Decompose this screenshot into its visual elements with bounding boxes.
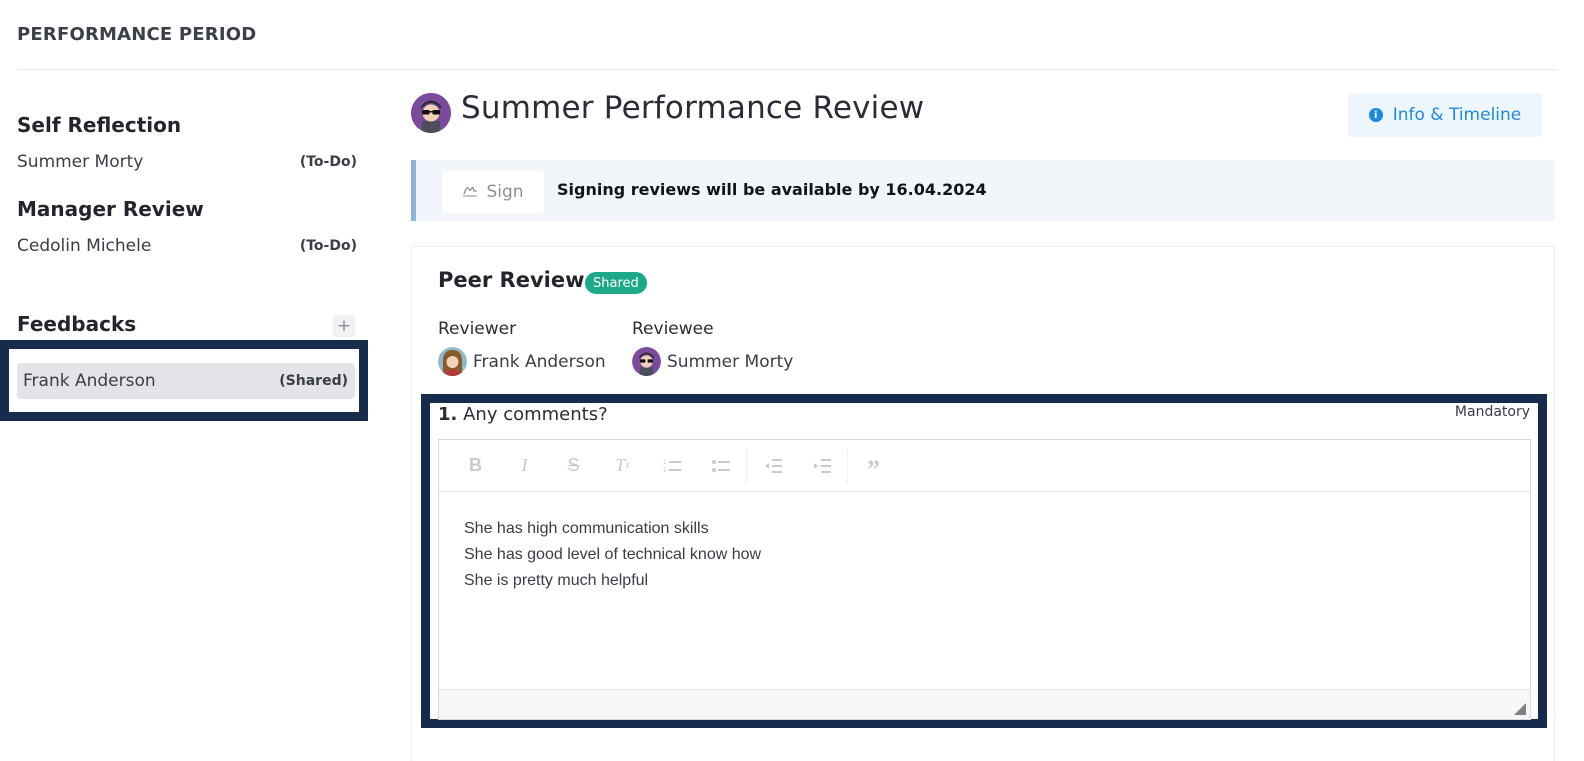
self-reflection-name: Summer Morty (17, 152, 144, 172)
question-label: 1. Any comments? (438, 404, 608, 425)
reviewer-label: Reviewer (438, 319, 517, 339)
sign-button[interactable]: Sign (442, 171, 544, 213)
signature-icon (462, 182, 478, 202)
blockquote-icon[interactable]: ” (849, 451, 898, 484)
numbered-list-icon[interactable]: 12 (647, 451, 696, 481)
feedback-item-name: Frank Anderson (23, 371, 156, 391)
reviewer-name: Frank Anderson (473, 351, 606, 372)
feedbacks-heading: Feedbacks (17, 312, 137, 336)
self-reflection-heading: Self Reflection (17, 113, 182, 137)
reviewee-small-avatar (632, 347, 661, 376)
editor-toolbar: B I S Tx 12 ” (439, 440, 1530, 492)
question-number: 1. (438, 404, 458, 425)
resize-handle-icon[interactable] (1514, 703, 1526, 715)
sign-notice-bar: Sign Signing reviews will be available b… (411, 160, 1555, 221)
editor-statusbar (439, 689, 1530, 719)
manager-review-item[interactable]: Cedolin Michele (To-Do) (17, 233, 357, 259)
info-icon: i (1368, 108, 1383, 122)
editor-content[interactable]: She has high communication skills She ha… (464, 516, 761, 594)
increase-indent-icon[interactable] (797, 451, 846, 481)
toolbar-separator (847, 448, 848, 483)
manager-review-status: (To-Do) (299, 238, 357, 254)
editor-line: She has good level of technical know how (464, 546, 762, 563)
italic-icon[interactable]: I (500, 451, 549, 481)
decrease-indent-icon[interactable] (748, 451, 797, 481)
reviewee-name: Summer Morty (667, 351, 794, 372)
reviewer: Frank Anderson (438, 347, 606, 376)
strikethrough-icon[interactable]: S (549, 451, 598, 481)
feedback-item-status: (Shared) (279, 373, 348, 389)
sign-availability-message: Signing reviews will be available by 16.… (557, 180, 987, 199)
toolbar-separator (746, 448, 747, 483)
add-feedback-button[interactable]: + (333, 315, 355, 337)
feedback-item-frank-anderson[interactable]: Frank Anderson (Shared) (17, 363, 355, 399)
sign-button-label: Sign (486, 182, 524, 202)
reviewee-label: Reviewee (632, 319, 714, 339)
reviewee-avatar (411, 93, 451, 133)
peer-review-title: Peer Review (438, 268, 585, 292)
header-divider (17, 69, 1557, 70)
editor-line: She is pretty much helpful (464, 572, 649, 589)
page-title: PERFORMANCE PERIOD (17, 24, 257, 45)
reviewer-avatar (438, 347, 467, 376)
bold-icon[interactable]: B (451, 451, 500, 481)
question-text: Any comments? (463, 404, 608, 425)
comment-editor[interactable]: B I S Tx 12 ” She has high communication… (438, 439, 1531, 720)
svg-text:1: 1 (663, 459, 667, 466)
info-timeline-label: Info & Timeline (1392, 105, 1522, 125)
status-badge: Shared (585, 272, 647, 294)
reviewee: Summer Morty (632, 347, 793, 376)
remove-format-icon[interactable]: Tx (598, 451, 647, 481)
bulleted-list-icon[interactable] (696, 451, 745, 481)
info-timeline-button[interactable]: i Info & Timeline (1348, 93, 1542, 137)
manager-review-name: Cedolin Michele (17, 236, 152, 256)
editor-line: She has high communication skills (464, 520, 709, 537)
manager-review-heading: Manager Review (17, 197, 204, 221)
self-reflection-item[interactable]: Summer Morty (To-Do) (17, 149, 357, 175)
svg-text:2: 2 (663, 467, 667, 474)
review-title: Summer Performance Review (461, 90, 925, 126)
self-reflection-status: (To-Do) (299, 154, 357, 170)
mandatory-label: Mandatory (1454, 404, 1530, 420)
